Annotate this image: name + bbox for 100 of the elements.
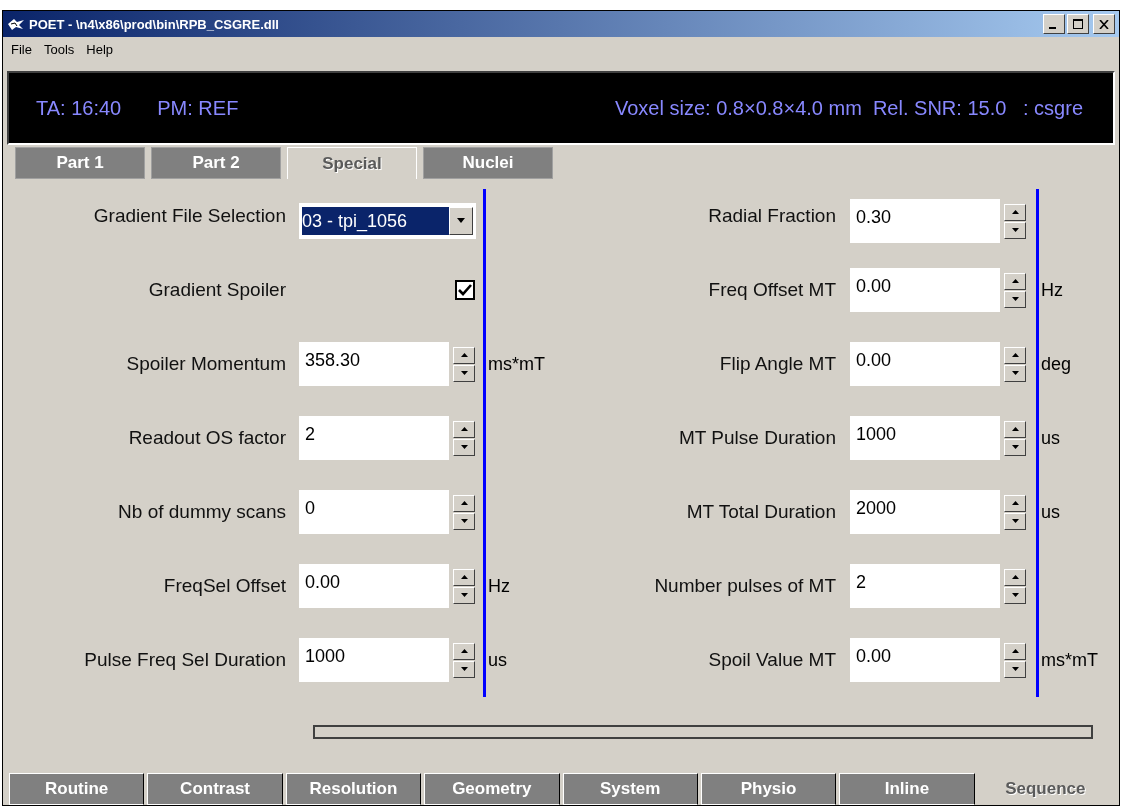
up-arrow-icon <box>460 501 468 505</box>
spin-down-button[interactable] <box>1004 364 1026 382</box>
down-arrow-icon <box>1011 297 1019 301</box>
spin-up-button[interactable] <box>453 642 475 660</box>
menu-item[interactable]: Help <box>86 41 114 57</box>
close-icon <box>1099 19 1109 29</box>
spin-down-button[interactable] <box>453 512 475 530</box>
menu-item[interactable]: File <box>11 41 32 57</box>
spin-down-button[interactable] <box>1004 660 1026 678</box>
spin-down-button[interactable] <box>453 660 475 678</box>
up-arrow-icon <box>1011 649 1019 653</box>
spin-down-button[interactable] <box>1004 512 1026 530</box>
tab[interactable]: Geometry <box>424 773 560 805</box>
tab[interactable]: System <box>562 773 698 805</box>
number-field[interactable]: 0.00 <box>299 564 449 608</box>
up-arrow-icon <box>460 575 468 579</box>
info-text: Voxel size: 0.8×0.8×4.0 mm Rel. SNR: 15.0 : csgre <box>615 96 1083 120</box>
unit-label: Hz <box>487 575 510 597</box>
down-arrow-icon <box>1011 228 1019 232</box>
number-field[interactable]: 2000 <box>850 490 1000 534</box>
parameter-label: Spoiler Momentum <box>125 353 286 375</box>
spin-up-button[interactable] <box>1004 494 1026 512</box>
parameter-label: Readout OS factor <box>127 427 286 449</box>
down-arrow-icon <box>460 371 468 375</box>
number-field[interactable]: 0.00 <box>850 638 1000 682</box>
number-field[interactable]: 0.30 <box>850 199 1000 243</box>
tab[interactable]: Nuclei <box>423 147 553 179</box>
number-field[interactable]: 2 <box>299 416 449 460</box>
tab[interactable]: Contrast <box>147 773 283 805</box>
up-arrow-icon <box>460 427 468 431</box>
spin-up-button[interactable] <box>453 346 475 364</box>
unit-label: ms*mT <box>487 353 545 375</box>
number-field[interactable]: 1000 <box>299 638 449 682</box>
spin-up-button[interactable] <box>453 420 475 438</box>
parameter-label: FreqSel Offset <box>162 575 286 597</box>
number-field[interactable]: 0.00 <box>850 342 1000 386</box>
bird-icon <box>7 17 25 31</box>
number-field[interactable]: 358.30 <box>299 342 449 386</box>
spin-down-button[interactable] <box>1004 221 1026 239</box>
up-arrow-icon <box>1011 575 1019 579</box>
spin-up-button[interactable] <box>453 568 475 586</box>
unit-label: Hz <box>1040 279 1063 301</box>
number-field[interactable]: 0 <box>299 490 449 534</box>
minimize-button[interactable] <box>1043 14 1065 34</box>
parameter-label: Pulse Freq Sel Duration <box>83 649 286 671</box>
up-arrow-icon <box>1011 427 1019 431</box>
checkmark-icon <box>458 284 472 296</box>
up-arrow-icon <box>1011 210 1019 214</box>
number-field[interactable]: 1000 <box>850 416 1000 460</box>
spin-up-button[interactable] <box>1004 272 1026 290</box>
number-field[interactable]: 2 <box>850 564 1000 608</box>
menu-item[interactable]: Tools <box>43 41 75 57</box>
close-button[interactable] <box>1093 14 1115 34</box>
tab[interactable]: Routine <box>9 773 145 805</box>
down-arrow-icon <box>460 519 468 523</box>
info-text: TA: 16:40 <box>36 96 122 120</box>
parameter-label: Gradient File Selection <box>92 205 286 227</box>
minimize-icon <box>1049 27 1056 29</box>
up-arrow-icon <box>1011 501 1019 505</box>
down-arrow-icon <box>1011 445 1019 449</box>
down-arrow-icon <box>460 667 468 671</box>
spin-down-button[interactable] <box>453 586 475 604</box>
tab[interactable]: Part 1 <box>15 147 145 179</box>
spin-down-button[interactable] <box>1004 438 1026 456</box>
tab[interactable]: Part 2 <box>151 147 281 179</box>
parameter-label: Nb of dummy scans <box>117 501 286 523</box>
up-arrow-icon <box>460 649 468 653</box>
parameter-label: Spoil Value MT <box>707 649 836 671</box>
parameter-label: Gradient Spoiler <box>147 279 286 301</box>
checkbox[interactable] <box>455 280 475 300</box>
spin-up-button[interactable] <box>1004 346 1026 364</box>
spin-down-button[interactable] <box>453 438 475 456</box>
spin-up-button[interactable] <box>1004 568 1026 586</box>
window-title: POET - \n4\x86\prod\bin\RPB_CSGRE.dll <box>29 16 279 32</box>
spin-up-button[interactable] <box>1004 420 1026 438</box>
tab[interactable]: Physio <box>700 773 837 805</box>
down-arrow-icon <box>1011 371 1019 375</box>
up-arrow-icon <box>1011 353 1019 357</box>
gradient-file-dropdown[interactable]: 03 - tpi_1056 <box>299 203 476 239</box>
parameter-label: MT Pulse Duration <box>678 427 836 449</box>
down-arrow-icon <box>460 445 468 449</box>
spin-down-button[interactable] <box>1004 290 1026 308</box>
number-field[interactable]: 0.00 <box>850 268 1000 312</box>
unit-label: deg <box>1040 353 1072 375</box>
parameter-label: Freq Offset MT <box>707 279 836 301</box>
parameter-label: MT Total Duration <box>685 501 836 523</box>
unit-label: us <box>1040 427 1060 449</box>
unit-label: us <box>1040 501 1060 523</box>
tab[interactable]: Resolution <box>285 773 422 805</box>
spin-down-button[interactable] <box>453 364 475 382</box>
spin-down-button[interactable] <box>1004 586 1026 604</box>
up-arrow-icon <box>1011 279 1019 283</box>
spin-up-button[interactable] <box>1004 203 1026 221</box>
unit-label: us <box>487 649 507 671</box>
maximize-button[interactable] <box>1067 14 1089 34</box>
spin-up-button[interactable] <box>453 494 475 512</box>
tab[interactable]: Inline <box>839 773 975 805</box>
spin-up-button[interactable] <box>1004 642 1026 660</box>
tab[interactable]: Special <box>287 147 417 179</box>
down-arrow-icon <box>1011 593 1019 597</box>
